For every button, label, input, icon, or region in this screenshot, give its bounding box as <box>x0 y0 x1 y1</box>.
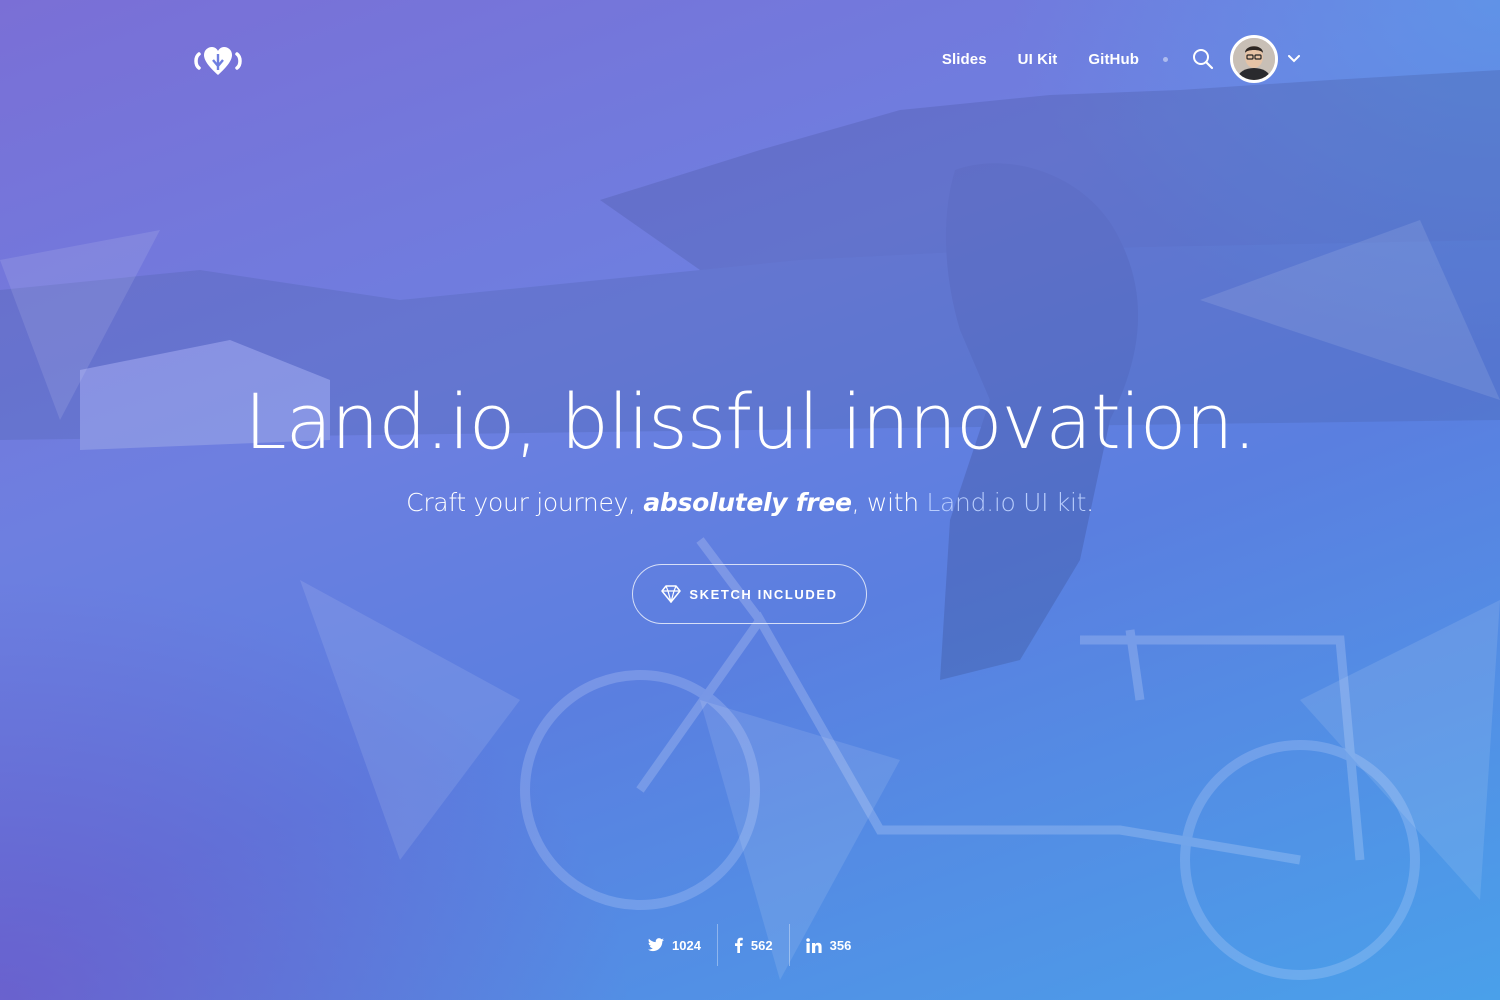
subtitle-emphasis: absolutely free <box>643 488 852 517</box>
twitter-icon <box>648 938 664 952</box>
ui-kit-link[interactable]: Land.io UI kit <box>926 488 1086 517</box>
subtitle-text-middle: , with <box>851 488 927 517</box>
avatar-portrait <box>1233 38 1275 80</box>
nav-link-slides[interactable]: Slides <box>942 51 987 68</box>
twitter-count: 1024 <box>672 937 701 953</box>
nav-separator-dot <box>1163 56 1168 62</box>
linkedin-count: 356 <box>829 937 852 953</box>
top-navbar: Slides UI Kit GitHub <box>0 0 1500 118</box>
facebook-icon <box>734 937 743 953</box>
chevron-down-icon <box>1288 55 1300 63</box>
social-share-bar: 1024 562 356 <box>632 924 867 966</box>
subtitle-text-end: . <box>1086 488 1094 517</box>
nav-link-github[interactable]: GitHub <box>1088 51 1139 68</box>
diamond-icon <box>661 585 682 603</box>
user-avatar[interactable] <box>1230 35 1278 83</box>
subtitle-text-start: Craft your journey, <box>406 488 644 517</box>
nav-link-ui-kit[interactable]: UI Kit <box>1018 51 1058 68</box>
land-io-logo-icon[interactable] <box>194 46 242 76</box>
search-button[interactable] <box>1190 46 1216 72</box>
main-navigation: Slides UI Kit GitHub <box>942 35 1302 83</box>
linkedin-icon <box>805 937 822 953</box>
twitter-share[interactable]: 1024 <box>632 924 717 966</box>
hero-subtitle: Craft your journey, absolutely free, wit… <box>0 488 1500 517</box>
linkedin-share[interactable]: 356 <box>788 924 868 966</box>
account-dropdown-toggle[interactable] <box>1286 51 1302 67</box>
sketch-included-label: SKETCH INCLUDED <box>689 586 838 602</box>
facebook-share[interactable]: 562 <box>716 924 789 966</box>
hero-section: Land.io, blissful innovation. Craft your… <box>0 370 1500 517</box>
sketch-included-button[interactable]: SKETCH INCLUDED <box>632 564 867 624</box>
search-icon <box>1193 49 1214 70</box>
facebook-count: 562 <box>750 937 773 953</box>
hero-title: Land.io, blissful innovation. <box>244 377 1257 466</box>
